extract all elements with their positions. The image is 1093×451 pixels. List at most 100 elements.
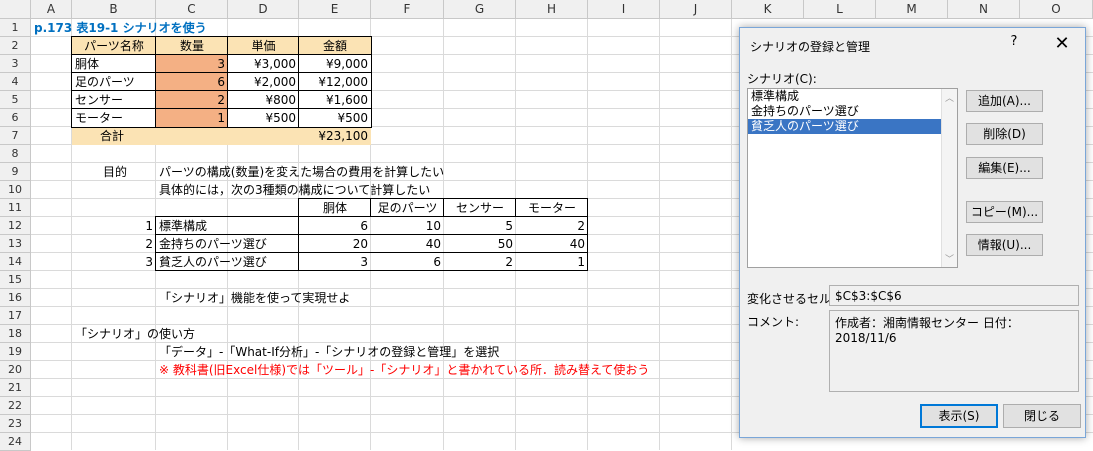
purpose-detail[interactable]: 具体的には，次の3種類の構成について計算したい [156, 181, 516, 199]
scenario-value[interactable]: 1 [516, 253, 588, 271]
column-header-j[interactable]: J [660, 0, 732, 19]
row-header-10[interactable]: 10 [0, 181, 31, 199]
scenario-number[interactable]: 3 [72, 253, 156, 271]
qty-cell[interactable]: 1 [156, 109, 228, 127]
sheet-title[interactable]: p.173 表19-1 シナリオを使う [31, 19, 291, 37]
column-header-g[interactable]: G [444, 0, 516, 19]
column-header-c[interactable]: C [156, 0, 228, 19]
row-header-12[interactable]: 12 [0, 217, 31, 235]
header-amount[interactable]: 金額 [299, 37, 371, 55]
column-header-a[interactable]: A [31, 0, 72, 19]
row-header-14[interactable]: 14 [0, 253, 31, 271]
scenario-manager-dialog[interactable]: シナリオの登録と管理 ? ✕ シナリオ(C): 標準構成 金持ちのパーツ選び 貧… [739, 27, 1086, 438]
usage-steps[interactable]: 「データ」-「What-If分析」-「シナリオの登録と管理」を選択 [156, 343, 576, 361]
column-header-h[interactable]: H [516, 0, 588, 19]
part-name-cell[interactable]: 胴体 [72, 55, 156, 73]
price-cell[interactable]: ¥500 [228, 109, 299, 127]
total-value[interactable]: ¥23,100 [299, 127, 371, 145]
scenario-header-body[interactable]: 胴体 [299, 199, 371, 217]
scenario-header-motor[interactable]: モーター [516, 199, 588, 217]
qty-cell[interactable]: 2 [156, 91, 228, 109]
column-header-o[interactable]: O [1020, 0, 1093, 19]
part-name-cell[interactable]: センサー [72, 91, 156, 109]
amount-cell[interactable]: ¥1,600 [299, 91, 371, 109]
changing-cells-field[interactable]: $C$3:$C$6 [829, 285, 1079, 306]
scroll-down-icon[interactable]: ﹀ [942, 252, 957, 265]
scenario-header-legs[interactable]: 足のパーツ [371, 199, 444, 217]
row-header-23[interactable]: 23 [0, 415, 31, 433]
listbox-scrollbar[interactable]: ︿ ﹀ [941, 89, 957, 267]
scenario-name[interactable]: 標準構成 [156, 217, 299, 235]
comment-field[interactable]: 作成者：湘南情報センター 日付：2018/11/6 [829, 310, 1079, 392]
row-header-17[interactable]: 17 [0, 307, 31, 325]
scenario-value[interactable]: 10 [371, 217, 444, 235]
row-header-11[interactable]: 11 [0, 199, 31, 217]
scenario-list-item-selected[interactable]: 貧乏人のパーツ選び [748, 119, 941, 134]
scenario-name[interactable]: 貧乏人のパーツ選び [156, 253, 299, 271]
row-header-1[interactable]: 1 [0, 19, 31, 37]
help-icon[interactable]: ? [1005, 34, 1023, 49]
scroll-up-icon[interactable]: ︿ [942, 91, 957, 104]
column-header-e[interactable]: E [299, 0, 371, 19]
row-header-22[interactable]: 22 [0, 397, 31, 415]
row-header-3[interactable]: 3 [0, 55, 31, 73]
amount-cell[interactable]: ¥500 [299, 109, 371, 127]
column-header-i[interactable]: I [588, 0, 660, 19]
scenario-value[interactable]: 6 [299, 217, 371, 235]
row-header-15[interactable]: 15 [0, 271, 31, 289]
row-header-19[interactable]: 19 [0, 343, 31, 361]
scenario-value[interactable]: 2 [516, 217, 588, 235]
add-button[interactable]: 追加(A)... [966, 90, 1043, 112]
close-icon[interactable]: ✕ [1051, 33, 1073, 55]
price-cell[interactable]: ¥3,000 [228, 55, 299, 73]
scenario-value[interactable]: 40 [516, 235, 588, 253]
scenario-number[interactable]: 1 [72, 217, 156, 235]
header-qty[interactable]: 数量 [156, 37, 228, 55]
purpose-label[interactable]: 目的 [100, 163, 156, 181]
total-label[interactable]: 合計 [72, 127, 299, 145]
row-header-24[interactable]: 24 [0, 433, 31, 451]
column-header-d[interactable]: D [228, 0, 299, 19]
qty-cell[interactable]: 3 [156, 55, 228, 73]
usage-label[interactable]: 「シナリオ」の使い方 [72, 325, 272, 343]
row-header-7[interactable]: 7 [0, 127, 31, 145]
scenario-value[interactable]: 20 [299, 235, 371, 253]
row-header-16[interactable]: 16 [0, 289, 31, 307]
amount-cell[interactable]: ¥9,000 [299, 55, 371, 73]
scenario-list-item[interactable]: 標準構成 [748, 89, 957, 104]
part-name-cell[interactable]: モーター [72, 109, 156, 127]
row-header-9[interactable]: 9 [0, 163, 31, 181]
scenario-header-sensor[interactable]: センサー [444, 199, 516, 217]
row-header-5[interactable]: 5 [0, 91, 31, 109]
info-button[interactable]: 情報(U)... [966, 234, 1043, 256]
scenario-name[interactable]: 金持ちのパーツ選び [156, 235, 299, 253]
edit-button[interactable]: 編集(E)... [966, 157, 1043, 179]
row-header-6[interactable]: 6 [0, 109, 31, 127]
row-header-21[interactable]: 21 [0, 379, 31, 397]
column-header-b[interactable]: B [72, 0, 156, 19]
column-header-n[interactable]: N [948, 0, 1020, 19]
part-name-cell[interactable]: 足のパーツ [72, 73, 156, 91]
scenario-value[interactable]: 3 [299, 253, 371, 271]
close-button[interactable]: 閉じる [1003, 404, 1081, 428]
scenario-number[interactable]: 2 [72, 235, 156, 253]
scenario-value[interactable]: 40 [371, 235, 444, 253]
scenario-instruction[interactable]: 「シナリオ」機能を使って実現せよ [156, 289, 456, 307]
amount-cell[interactable]: ¥12,000 [299, 73, 371, 91]
select-all-corner[interactable] [0, 0, 31, 19]
price-cell[interactable]: ¥2,000 [228, 73, 299, 91]
copy-button[interactable]: コピー(M)... [966, 201, 1043, 223]
qty-cell[interactable]: 6 [156, 73, 228, 91]
row-header-8[interactable]: 8 [0, 145, 31, 163]
row-header-2[interactable]: 2 [0, 37, 31, 55]
scenario-value[interactable]: 6 [371, 253, 444, 271]
scenario-value[interactable]: 5 [444, 217, 516, 235]
scenario-value[interactable]: 2 [444, 253, 516, 271]
scenario-listbox[interactable]: 標準構成 金持ちのパーツ選び 貧乏人のパーツ選び ︿ ﹀ [747, 88, 958, 268]
row-header-20[interactable]: 20 [0, 361, 31, 379]
header-part-name[interactable]: パーツ名称 [72, 37, 156, 55]
row-header-4[interactable]: 4 [0, 73, 31, 91]
delete-button[interactable]: 削除(D) [966, 123, 1043, 145]
purpose-text[interactable]: パーツの構成(数量)を変えた場合の費用を計算したい [156, 163, 516, 181]
header-price[interactable]: 単価 [228, 37, 299, 55]
